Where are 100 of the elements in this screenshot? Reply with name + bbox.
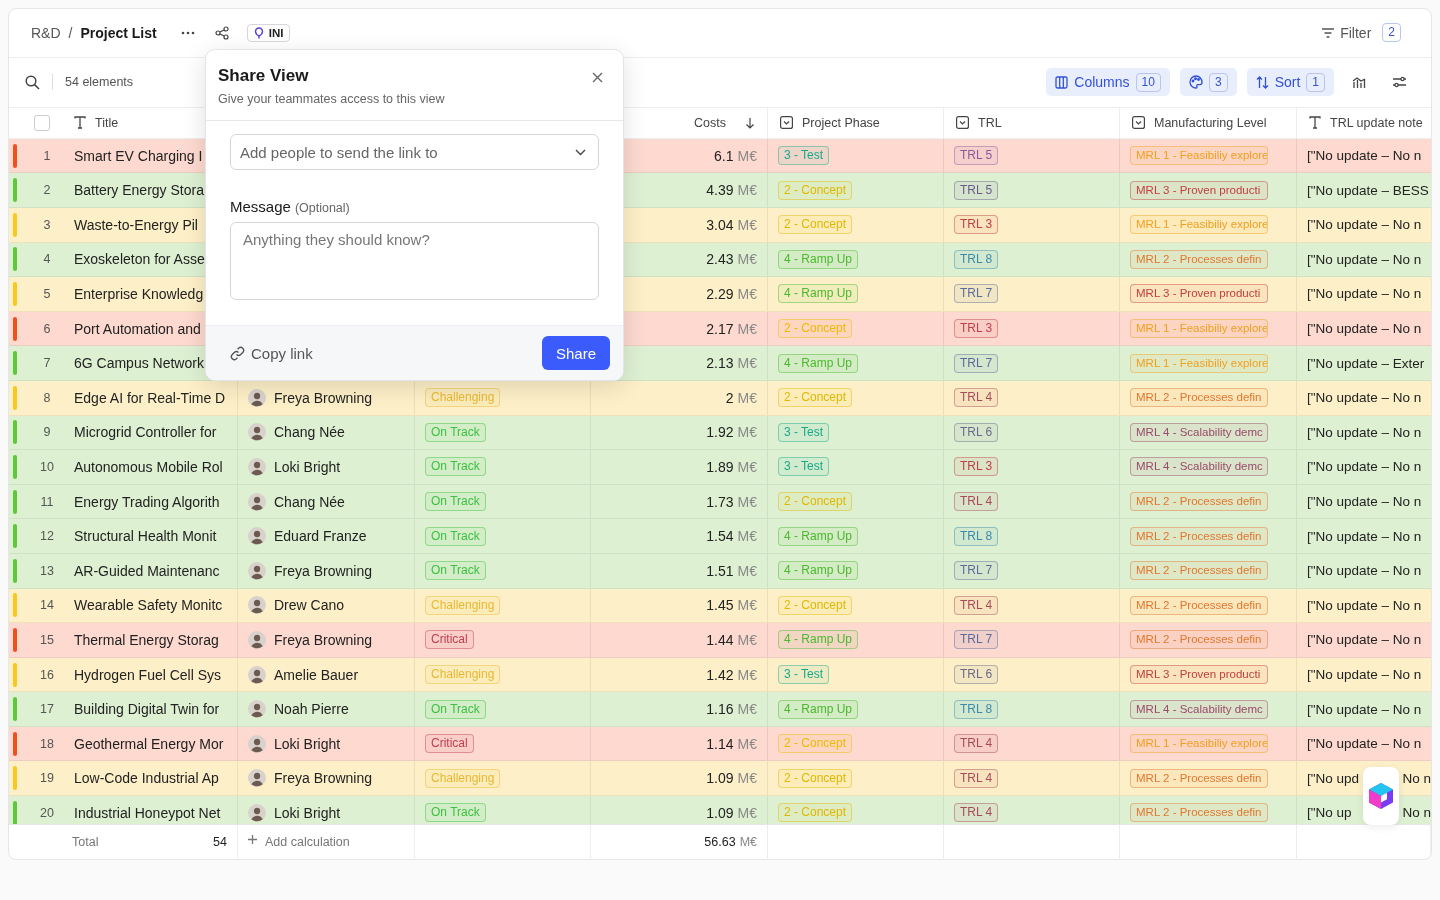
avatar-icon [248,734,266,753]
columns-button[interactable]: Columns 10 [1046,68,1170,97]
phase-tag: 4 - Ramp Up [778,353,859,373]
sort-icon [1255,75,1269,89]
trl-tag: TRL 7 [954,284,999,304]
avatar-icon [248,700,266,719]
more-icon[interactable] [180,30,195,35]
trl-tag: TRL 5 [954,146,999,166]
people-select[interactable]: Add people to send the link to [230,134,599,170]
cost-value: 6.1 [714,147,734,164]
mrl-tag: MRL 4 - Scalability demc [1130,699,1268,719]
phase-tag: 4 - Ramp Up [778,561,859,581]
currency-unit: M€ [737,528,757,545]
owner-name: Freya Browning [274,389,373,406]
column-header[interactable]: Project Phase [802,115,880,130]
currency-unit: M€ [737,631,757,648]
filter-button[interactable]: Filter 2 [1316,22,1407,44]
status-bar [13,593,17,618]
currency-unit: M€ [737,770,757,787]
status-tag: Critical [425,630,474,650]
project-title: Exoskeleton for Asse [73,251,205,268]
row-number: 13 [39,563,55,578]
cost-value: 1.54 [706,528,734,545]
update-note: ["No update – Exter [1307,355,1425,371]
close-icon[interactable] [592,72,603,83]
total-label: Total [72,835,99,850]
phase-tag: 4 - Ramp Up [778,284,859,304]
column-header[interactable]: Manufacturing Level [1154,115,1267,130]
mrl-tag: MRL 2 - Processes defin [1130,768,1268,788]
field-label: Message [230,198,291,215]
select-all-checkbox[interactable] [34,114,50,131]
text-type-icon [1309,116,1321,130]
currency-unit: M€ [739,835,757,850]
column-header[interactable]: Title [95,115,119,130]
status-tag: On Track [425,492,486,512]
project-title: Autonomous Mobile Rol [73,458,223,475]
row-number: 16 [39,667,55,682]
color-rules-button[interactable]: 3 [1179,68,1237,97]
trl-tag: TRL 4 [954,595,999,615]
project-title: 6G Campus Network [73,355,204,372]
mrl-tag: MRL 2 - Processes defin [1130,630,1268,650]
update-note: ["No update – No n [1307,286,1422,302]
currency-unit: M€ [737,355,757,372]
add-calculation-button[interactable]: Add calculation [248,835,350,850]
update-note: ["No update – No n [1307,494,1422,510]
cost-value: 2.17 [706,320,734,337]
avatar-icon [248,596,266,615]
currency-unit: M€ [737,804,757,821]
message-field[interactable]: Anything they should know? [230,222,599,300]
mrl-tag: MRL 4 - Scalability demc [1130,422,1268,442]
project-title: Waste-to-Energy Pil [73,216,198,233]
trl-tag: TRL 6 [954,665,999,684]
mrl-tag: MRL 4 - Scalability demc [1130,457,1268,477]
row-number: 10 [39,459,55,474]
project-title: Low-Code Industrial Ap [73,770,219,787]
status-tag: Challenging [425,768,501,788]
mrl-tag: MRL 2 - Processes defin [1130,492,1268,512]
phase-tag: 4 - Ramp Up [778,526,859,546]
mrl-tag: MRL 2 - Processes defin [1130,388,1268,408]
cost-value: 1.14 [706,735,734,752]
share-button[interactable]: Share [541,336,610,370]
update-note: ["No up [1307,805,1352,821]
breadcrumb-link[interactable]: R&D [31,24,61,41]
app-launcher-button[interactable] [1363,767,1399,825]
cost-value: 1.92 [706,424,734,441]
project-title: Port Automation and [73,320,201,337]
column-header[interactable]: TRL update note [1330,115,1423,130]
row-number: 19 [39,771,55,786]
update-note: ["No update – No n [1307,736,1422,752]
share-icon[interactable] [214,25,229,40]
sort-descending-icon[interactable] [745,116,755,129]
view-badge[interactable]: INI [246,23,291,42]
update-note: No n [1402,805,1431,821]
avatar-icon [248,527,266,546]
status-bar [13,420,17,445]
row-number: 14 [39,598,55,613]
status-bar [13,731,17,756]
status-bar [13,627,17,652]
phase-tag: 3 - Test [778,665,830,684]
cost-value: 1.44 [706,631,734,648]
mrl-tag: MRL 2 - Processes defin [1130,595,1268,615]
sliders-icon[interactable] [1392,76,1407,89]
status-bar [13,800,17,825]
status-bar [13,489,17,514]
trl-tag: TRL 3 [954,457,999,477]
cost-value: 1.09 [706,804,734,821]
column-header[interactable]: TRL [978,115,1002,130]
search-icon[interactable] [25,74,40,90]
copy-link-button[interactable]: Copy link [230,344,313,362]
column-header[interactable]: Costs [694,115,726,130]
project-title: Enterprise Knowledg [73,285,204,302]
sort-button[interactable]: Sort 1 [1246,68,1334,97]
phase-tag: 3 - Test [778,457,830,477]
chevron-down-icon [575,148,586,156]
chart-icon[interactable] [1352,75,1366,89]
trl-tag: TRL 7 [954,630,999,650]
link-icon [230,345,245,361]
project-title: Thermal Energy Storag [73,631,219,648]
trl-tag: TRL 4 [954,492,999,512]
cost-value: 1.73 [706,493,734,510]
